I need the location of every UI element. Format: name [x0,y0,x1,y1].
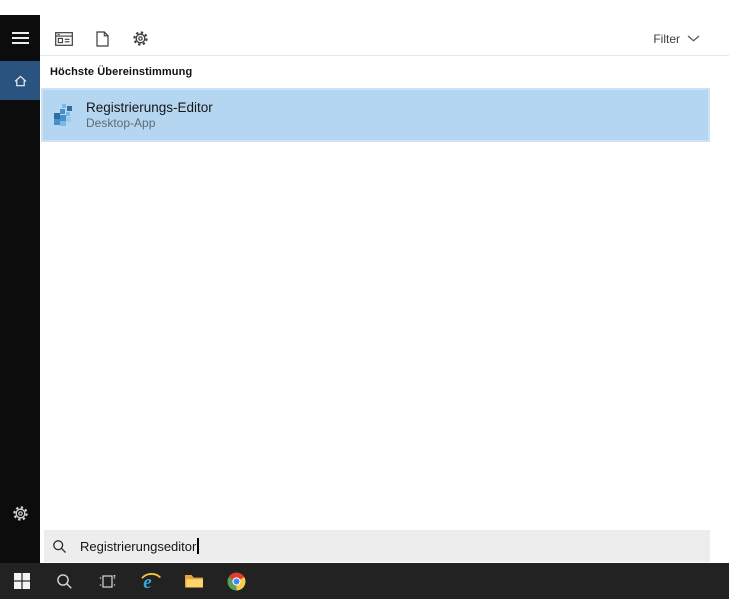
chrome-icon [227,572,246,591]
file-explorer-icon [184,573,204,589]
result-title: Registrierungs-Editor [86,100,213,115]
internet-explorer-icon: e [140,570,162,592]
search-query-text: Registrierungseditor [80,538,197,554]
taskbar-search-button[interactable] [43,563,86,599]
search-input[interactable]: Registrierungseditor [44,530,710,562]
result-subtitle: Desktop-App [86,116,156,130]
file-explorer-button[interactable] [172,563,215,599]
filter-settings-button[interactable] [126,25,154,53]
text-caret [197,538,199,554]
filter-dropdown[interactable]: Filter [653,32,700,46]
filter-apps-button[interactable] [50,25,78,53]
start-button[interactable] [0,563,43,599]
start-rail [0,15,40,563]
start-menu-panel: Filter Höchste Übereinstimmung Registrie… [0,15,729,563]
task-view-button[interactable] [86,563,129,599]
document-icon [95,30,109,47]
chevron-down-icon [687,35,700,42]
settings-gear-icon [132,30,149,47]
hamburger-menu-button[interactable] [0,15,40,61]
search-icon [52,539,67,554]
search-icon [56,573,73,590]
internet-explorer-button[interactable]: e [129,563,172,599]
hamburger-menu-icon [11,32,29,44]
registry-editor-icon [52,103,75,128]
search-results-pane: Filter Höchste Übereinstimmung Registrie… [40,15,729,563]
settings-gear-icon [12,505,29,522]
search-result-item[interactable]: Registrierungs-Editor Desktop-App [41,88,710,142]
home-button[interactable] [0,61,40,100]
filter-documents-button[interactable] [88,25,116,53]
filter-label: Filter [653,31,680,46]
chrome-button[interactable] [215,563,258,599]
task-view-icon [99,574,116,589]
section-header: Höchste Übereinstimmung [50,66,193,78]
filter-bar: Filter [40,15,729,56]
taskbar: e [0,563,729,599]
apps-window-icon [55,31,73,46]
windows-start-icon [13,573,30,589]
settings-button[interactable] [0,494,40,532]
home-icon [12,73,29,89]
